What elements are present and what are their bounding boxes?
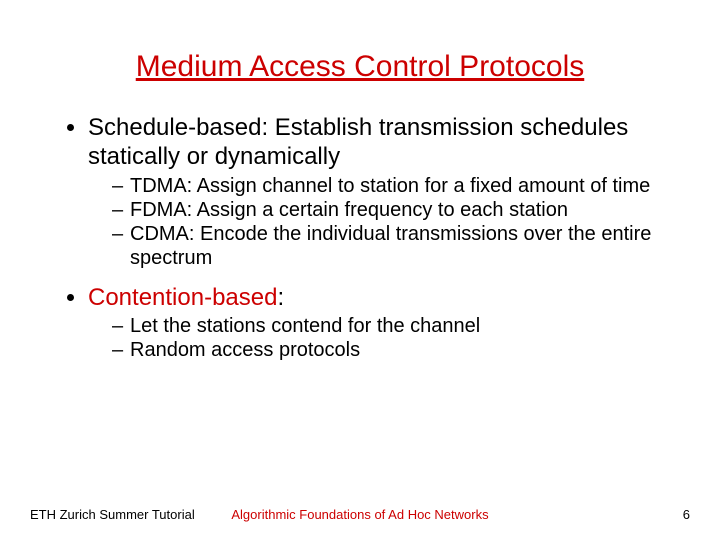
- bullet-list: Schedule-based: Establish transmission s…: [60, 114, 660, 362]
- footer-center: Algorithmic Foundations of Ad Hoc Networ…: [0, 507, 720, 522]
- slide: Medium Access Control Protocols Schedule…: [0, 0, 720, 540]
- footer-page-number: 6: [683, 507, 690, 522]
- sub-item-tdma: TDMA: Assign channel to station for a fi…: [112, 174, 660, 198]
- bullet-colon: :: [277, 284, 284, 311]
- sub-list: TDMA: Assign channel to station for a fi…: [88, 174, 660, 270]
- sub-item-fdma: FDMA: Assign a certain frequency to each…: [112, 198, 660, 222]
- sub-item-cdma: CDMA: Encode the individual transmission…: [112, 222, 660, 270]
- sub-item-random: Random access protocols: [112, 338, 660, 362]
- sub-item-contend: Let the stations contend for the channel: [112, 314, 660, 338]
- bullet-text: Schedule-based: Establish transmission s…: [88, 114, 628, 170]
- slide-title: Medium Access Control Protocols: [60, 50, 660, 84]
- bullet-label: Contention-based: [88, 284, 277, 311]
- sub-list: Let the stations contend for the channel…: [88, 314, 660, 362]
- bullet-schedule-based: Schedule-based: Establish transmission s…: [88, 114, 660, 270]
- bullet-contention-based: Contention-based: Let the stations conte…: [88, 284, 660, 363]
